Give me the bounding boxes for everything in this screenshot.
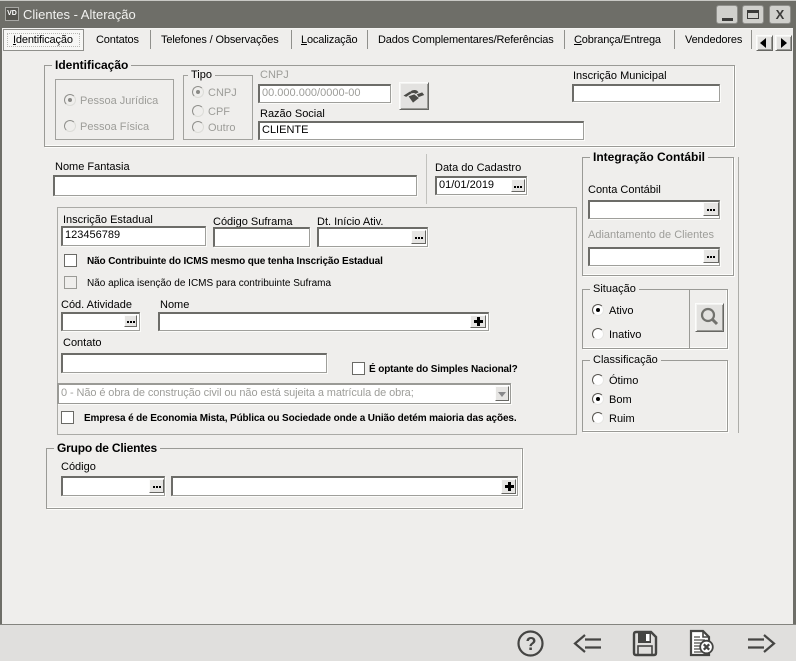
svg-text:?: ? [526, 634, 537, 654]
